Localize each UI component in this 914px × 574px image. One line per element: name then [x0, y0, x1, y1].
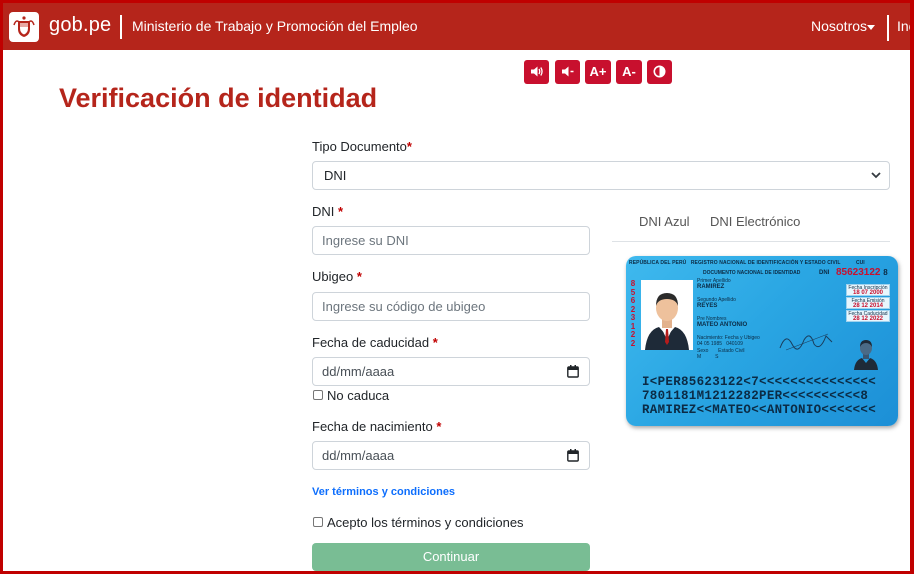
navbar-divider-2 [887, 15, 889, 41]
card-document-name: DOCUMENTO NACIONAL DE IDENTIDAD [703, 270, 801, 276]
tabs-divider [612, 241, 890, 242]
tab-dni-azul[interactable]: DNI Azul [639, 214, 690, 229]
contrast-icon [653, 65, 666, 78]
chevron-down-icon [871, 172, 881, 179]
nosotros-menu[interactable]: Nosotros [811, 18, 867, 34]
card-estado-civil-label: Estado Civil [718, 348, 745, 354]
card-fecha-emision: Fecha Emisión 28 12 2014 [846, 297, 890, 309]
navbar-divider [120, 15, 122, 39]
card-check-digit: 8 [883, 268, 888, 277]
card-sexo-estado: Sexo Estado Civil M S [697, 348, 745, 360]
dni-label-text: DNI [312, 204, 335, 219]
card-registry: REGISTRO NACIONAL DE IDENTIFICACIÓN Y ES… [690, 260, 841, 266]
card-segundo-apellido-value: REYES [697, 303, 718, 309]
card-prenombres-value: MATEO ANTONIO [697, 322, 748, 328]
card-dni-label: DNI [819, 270, 830, 276]
accept-terms-checkbox[interactable] [313, 517, 323, 527]
card-cui-label: CUI [856, 260, 865, 266]
volume-up-button[interactable] [524, 60, 549, 84]
card-fecha-caducidad: Fecha Caducidad 28 12 2022 [846, 310, 890, 322]
card-fecha-inscripcion-value: 18 07 2000 [852, 290, 884, 296]
gob-pe-brand[interactable]: gob.pe [49, 14, 111, 37]
browser-frame: gob.pe Ministerio de Trabajo y Promoción… [0, 0, 914, 574]
no-caduca-label: No caduca [327, 388, 390, 403]
card-header: REPÚBLICA DEL PERÚ REGISTRO NACIONAL DE … [629, 260, 841, 266]
card-number-value: 85623122 [836, 267, 881, 278]
card-segundo-apellido: Segundo Apellido REYES [697, 297, 736, 309]
required-asterisk: * [406, 139, 412, 154]
card-dni-number: 85623122 8 [836, 267, 888, 278]
card-fecha-caducidad-value: 28 12 2022 [852, 316, 884, 322]
fecha-nacimiento-label-text: Fecha de nacimiento [312, 419, 433, 434]
dni-azul-card-image: REPÚBLICA DEL PERÚ REGISTRO NACIONAL DE … [626, 256, 898, 426]
tipo-documento-value: DNI [324, 168, 347, 183]
signature-image [779, 333, 833, 351]
card-sexo-value: M [697, 354, 702, 360]
card-mrz-line-3: RAMIREZ<<MATEO<<ANTONIO<<<<<<< [642, 403, 877, 417]
fecha-caducidad-input[interactable]: dd/mm/aaaa [312, 357, 590, 386]
calendar-icon[interactable] [567, 449, 579, 462]
required-asterisk: * [338, 204, 344, 219]
nav-menu-item-truncated[interactable]: Inc [897, 18, 910, 34]
card-mrz-line-1: I<PER85623122<7<<<<<<<<<<<<<<< [642, 375, 877, 389]
card-mrz-line-2: 7801181M1212282PER<<<<<<<<<<8 [642, 389, 869, 403]
ubigeo-label-text: Ubigeo [312, 269, 354, 284]
ministry-name[interactable]: Ministerio de Trabajo y Promoción del Em… [132, 18, 418, 34]
card-ubigeo-value: 040109 [726, 341, 743, 347]
tipo-documento-select[interactable]: DNI [312, 161, 890, 190]
dni-label: DNI * [312, 204, 343, 219]
card-fecha-emision-value: 28 12 2014 [852, 303, 884, 309]
tipo-documento-label-text: Tipo Documento [312, 139, 407, 154]
page-title: Verificación de identidad [59, 83, 378, 113]
fecha-nacimiento-input[interactable]: dd/mm/aaaa [312, 441, 590, 470]
tipo-documento-label: Tipo Documento* [312, 139, 412, 154]
no-caduca-checkbox[interactable] [313, 390, 323, 400]
volume-up-icon [530, 66, 543, 77]
chevron-down-icon[interactable] [867, 25, 875, 30]
contrast-button[interactable] [647, 60, 672, 84]
fecha-caducidad-label-text: Fecha de caducidad [312, 335, 430, 350]
required-asterisk: * [436, 419, 442, 434]
card-vertical-number: 85623122 [630, 279, 636, 348]
card-nacimiento-value: 04 05 1985 [697, 341, 723, 347]
increase-font-button[interactable]: A+ [585, 60, 611, 84]
card-prenombres: Pre Nombres MATEO ANTONIO [697, 316, 747, 328]
top-navbar: gob.pe Ministerio de Trabajo y Promoción… [3, 3, 910, 50]
card-primer-apellido-value: RAMIREZ [697, 284, 725, 290]
mute-button[interactable] [555, 60, 580, 84]
volume-mute-icon [561, 66, 573, 77]
ubigeo-label: Ubigeo * [312, 269, 362, 284]
card-nacimiento: Nacimiento: Fecha y Ubigeo 04 05 1985 040… [697, 335, 760, 347]
tab-dni-electronico[interactable]: DNI Electrónico [710, 214, 800, 229]
card-country: REPÚBLICA DEL PERÚ [629, 260, 687, 266]
ubigeo-input[interactable]: Ingrese su código de ubigeo [312, 292, 590, 321]
card-fecha-inscripcion: Fecha Inscripción 18 07 2000 [846, 284, 890, 296]
card-photo [641, 280, 693, 350]
decrease-font-button[interactable]: A- [616, 60, 642, 84]
small-photo-icon [854, 340, 878, 370]
terms-link[interactable]: Ver términos y condiciones [312, 486, 455, 498]
card-primer-apellido: Primer Apellido RAMIREZ [697, 278, 731, 290]
person-silhouette-icon [645, 293, 689, 350]
fecha-nacimiento-placeholder: dd/mm/aaaa [322, 448, 395, 463]
accept-terms-label: Acepto los términos y condiciones [327, 515, 524, 530]
fecha-caducidad-placeholder: dd/mm/aaaa [322, 364, 395, 379]
dni-input[interactable]: Ingrese su DNI [312, 226, 590, 255]
calendar-icon[interactable] [567, 365, 579, 378]
peru-coat-of-arms-logo[interactable] [9, 12, 39, 42]
continuar-button[interactable]: Continuar [312, 543, 590, 571]
fecha-caducidad-label: Fecha de caducidad * [312, 335, 438, 350]
card-estado-civil-value: S [715, 354, 719, 360]
fecha-nacimiento-label: Fecha de nacimiento * [312, 419, 441, 434]
required-asterisk: * [432, 335, 438, 350]
required-asterisk: * [356, 269, 362, 284]
